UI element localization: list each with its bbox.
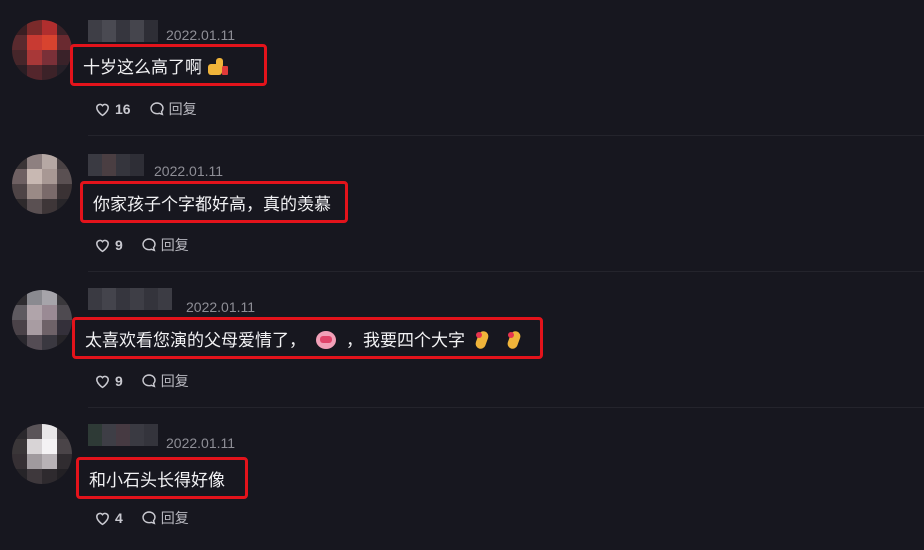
heart-outline-icon <box>96 375 109 389</box>
like-button[interactable]: 9 <box>94 373 123 389</box>
reply-label: 回复 <box>160 238 189 254</box>
comment-actions: 9 回复 <box>94 371 207 391</box>
comment-text: 你家孩子个字都好高，真的羡慕 <box>93 194 331 215</box>
comment-date: 2022.01.11 <box>166 27 236 43</box>
comment-item: 2022.01.11 太喜欢看您演的父母爱情了， ，我要四个大字 9 回复 <box>0 272 924 408</box>
comment-text-highlight: 十岁这么高了啊 <box>70 44 267 86</box>
heart-outline-icon <box>96 239 109 253</box>
speech-bubble-icon <box>142 374 156 388</box>
like-button[interactable]: 16 <box>94 101 131 117</box>
comment-item: 2022.01.11 你家孩子个字都好高，真的羡慕 9 回复 <box>0 136 924 272</box>
reply-button[interactable]: 回复 <box>141 508 189 528</box>
avatar[interactable] <box>12 154 72 214</box>
avatar[interactable] <box>12 290 72 350</box>
username-blurred[interactable] <box>88 424 158 446</box>
comment-date: 2022.01.11 <box>166 435 236 451</box>
like-count: 9 <box>115 373 123 389</box>
like-button[interactable]: 4 <box>94 510 123 526</box>
comment-item: 2022.01.11 十岁这么高了啊 16 回复 <box>0 0 924 136</box>
speech-bubble-icon <box>142 238 156 252</box>
crossed-fingers-icon <box>475 331 489 349</box>
heart-outline-icon <box>96 103 109 117</box>
crossed-fingers-icon <box>507 331 521 349</box>
speech-bubble-icon <box>149 102 164 116</box>
reply-label: 回复 <box>168 102 197 118</box>
reply-button[interactable]: 回复 <box>141 235 189 255</box>
reply-label: 回复 <box>160 374 189 390</box>
thumbs-up-icon <box>208 58 228 76</box>
username-blurred[interactable] <box>88 20 158 42</box>
reply-button[interactable]: 回复 <box>141 371 189 391</box>
like-count: 9 <box>115 237 123 253</box>
hug-emoji-icon <box>316 331 336 349</box>
comment-actions: 16 回复 <box>94 99 215 119</box>
comment-text: 十岁这么高了啊 <box>83 57 202 78</box>
comment-text: 和小石头长得好像 <box>89 470 225 491</box>
comment-text: 太喜欢看您演的父母爱情了， <box>85 330 306 351</box>
comment-text-highlight: 太喜欢看您演的父母爱情了， ，我要四个大字 <box>72 317 543 359</box>
username-blurred[interactable] <box>88 154 144 176</box>
reply-label: 回复 <box>160 511 189 527</box>
like-count: 4 <box>115 510 123 526</box>
heart-outline-icon <box>96 512 109 526</box>
like-count: 16 <box>115 101 131 117</box>
reply-button[interactable]: 回复 <box>149 99 197 119</box>
avatar[interactable] <box>12 20 72 80</box>
comment-date: 2022.01.11 <box>154 163 224 179</box>
comment-actions: 4 回复 <box>94 508 207 528</box>
comment-text-continued: ，我要四个大字 <box>346 330 465 351</box>
username-blurred[interactable] <box>88 288 172 310</box>
comment-text-highlight: 和小石头长得好像 <box>76 457 248 499</box>
comment-item: 2022.01.11 和小石头长得好像 4 回复 <box>0 408 924 544</box>
comment-date: 2022.01.11 <box>186 299 256 315</box>
avatar[interactable] <box>12 424 72 484</box>
comment-text-highlight: 你家孩子个字都好高，真的羡慕 <box>80 181 348 223</box>
comment-actions: 9 回复 <box>94 235 207 255</box>
like-button[interactable]: 9 <box>94 237 123 253</box>
speech-bubble-icon <box>142 511 156 525</box>
